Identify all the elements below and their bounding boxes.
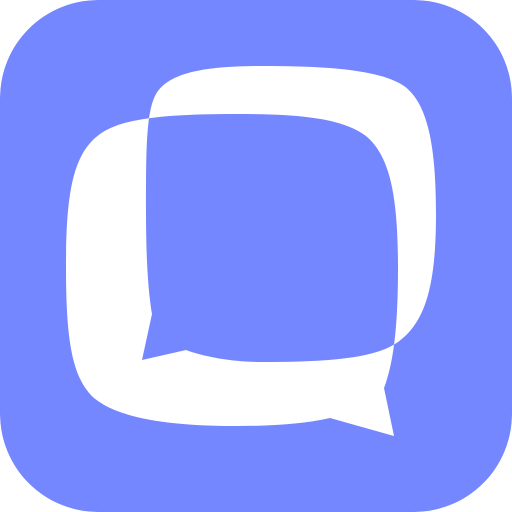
app-icon-tile (0, 0, 512, 512)
chat-bubbles-icon (0, 0, 512, 512)
app-icon-canvas (0, 0, 512, 512)
